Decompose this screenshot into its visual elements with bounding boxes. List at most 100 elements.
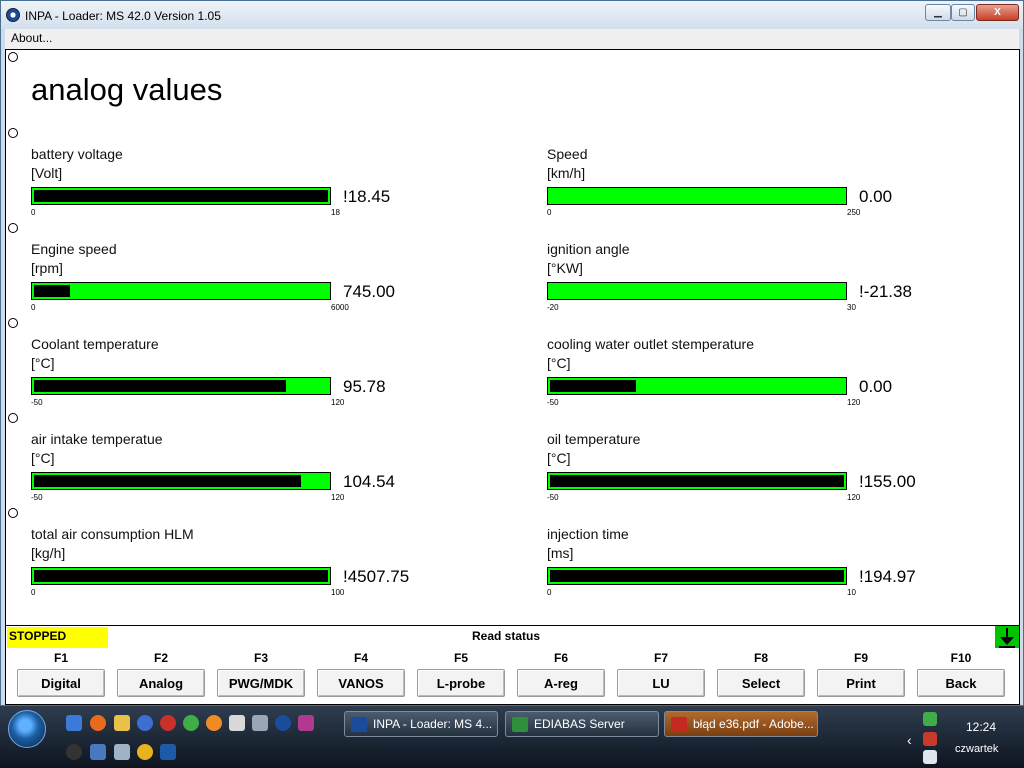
gauge-value: 745.00 [343, 282, 395, 301]
gauge-min: 0 [31, 303, 36, 312]
gauge-max: 100 [331, 588, 345, 597]
gauge-fill [550, 475, 844, 487]
gauge: total air consumption HLM [kg/h] 0 100 !4507… [31, 526, 451, 597]
gauge-unit: [°C] [547, 355, 571, 371]
gauge-unit: [°C] [31, 450, 55, 466]
gauge-fill [550, 380, 636, 392]
gauge-label: cooling water outlet stemperature [547, 336, 754, 352]
gauge-unit: [kg/h] [31, 545, 66, 561]
fkey-button-f10[interactable]: Back [917, 669, 1005, 697]
menu-item-about[interactable]: About... [11, 31, 52, 45]
fkey-button-f6[interactable]: A-reg [517, 669, 605, 697]
gauge-bar [31, 567, 331, 585]
task-label: błąd e36.pdf - Adobe... [693, 717, 814, 731]
fkey-button-f3[interactable]: PWG/MDK [217, 669, 305, 697]
gauge-max: 120 [847, 398, 861, 407]
status-badge: STOPPED [7, 627, 108, 648]
tray-app-icon[interactable] [923, 712, 937, 726]
start-button[interactable] [8, 710, 46, 748]
gauge-max: 120 [331, 493, 345, 502]
fkey-button-f8[interactable]: Select [717, 669, 805, 697]
function-key-label: F8 [753, 651, 768, 665]
gauge: oil temperature [°C] -50 120 !155.00 [547, 431, 967, 502]
function-key-label: F6 [553, 651, 568, 665]
gauge-value: !-21.38 [859, 282, 912, 301]
bmw-logo-icon [6, 8, 20, 22]
gauge-value: 0.00 [859, 187, 893, 206]
title-bar[interactable]: INPA - Loader: MS 42.0 Version 1.05 ▁ ▢ … [1, 1, 1023, 29]
fkey-button-f9[interactable]: Print [817, 669, 905, 697]
window-title: INPA - Loader: MS 42.0 Version 1.05 [25, 9, 221, 23]
gauge-min: -20 [547, 303, 559, 312]
opera-icon[interactable] [160, 715, 176, 731]
bmw-icon [351, 717, 367, 732]
window-switch-icon[interactable] [252, 715, 268, 731]
function-key-label: F9 [853, 651, 868, 665]
gauge: Speed [km/h] 0 250 0.00 [547, 146, 967, 217]
radio-marker [8, 52, 18, 62]
gauge-label: oil temperature [547, 431, 641, 447]
app-icon[interactable] [206, 715, 222, 731]
radio-marker [8, 318, 18, 328]
fkey-button-f7[interactable]: LU [617, 669, 705, 697]
radio-marker [8, 128, 18, 138]
gauge-unit: [°C] [31, 355, 55, 371]
chrome-icon[interactable] [137, 744, 153, 760]
maximize-button[interactable]: ▢ [951, 4, 975, 21]
gauge-max: 18 [331, 208, 340, 217]
app-window: INPA - Loader: MS 42.0 Version 1.05 ▁ ▢ … [0, 0, 1024, 706]
volume-icon[interactable] [923, 750, 937, 764]
document-app-icon[interactable] [114, 744, 130, 760]
page-title: analog values [31, 72, 223, 107]
tray-expand-icon[interactable]: ‹ [907, 732, 912, 748]
fkey-button-f2[interactable]: Analog [117, 669, 205, 697]
gauge-label: air intake temperatue [31, 431, 163, 447]
show-desktop-icon[interactable] [66, 715, 82, 731]
radio-marker [8, 508, 18, 518]
gauge-fill [550, 570, 844, 582]
grid-app-icon[interactable] [229, 715, 245, 731]
function-key-label: F10 [950, 651, 972, 665]
gauge: injection time [ms] 0 10 !194.97 [547, 526, 967, 597]
bmw-icon[interactable] [275, 715, 291, 731]
taskbar: INPA - Loader: MS 4... EDIABAS Server błąd… [0, 706, 1024, 768]
arrow-down-icon[interactable] [995, 626, 1019, 648]
radio-marker [8, 223, 18, 233]
eye-app-icon[interactable] [66, 744, 82, 760]
app-icon[interactable] [298, 715, 314, 731]
task-label: EDIABAS Server [534, 717, 625, 731]
gauge-min: 0 [547, 588, 552, 597]
close-button[interactable]: X [976, 4, 1019, 21]
firefox-icon[interactable] [90, 715, 106, 731]
taskbar-task[interactable]: błąd e36.pdf - Adobe... [664, 711, 818, 737]
minimize-button[interactable]: ▁ [925, 4, 951, 21]
fkey-button-f5[interactable]: L-probe [417, 669, 505, 697]
gauge-bar [547, 282, 847, 300]
network-app-icon[interactable] [90, 744, 106, 760]
gauge-fill [34, 190, 328, 202]
fkey-button-f1[interactable]: Digital [17, 669, 105, 697]
taskbar-task[interactable]: INPA - Loader: MS 4... [344, 711, 498, 737]
gauge-label: ignition angle [547, 241, 630, 257]
network-icon[interactable] [923, 732, 937, 746]
taskbar-task[interactable]: EDIABAS Server [505, 711, 659, 737]
gauge-fill [34, 475, 301, 487]
gauge-max: 120 [847, 493, 861, 502]
clock[interactable]: 12:24 [966, 720, 996, 734]
task-label: INPA - Loader: MS 4... [373, 717, 493, 731]
status-text: Read status [472, 629, 541, 643]
text-app-icon[interactable] [160, 744, 176, 760]
gauge-unit: [ms] [547, 545, 574, 561]
media-player-icon[interactable] [137, 715, 153, 731]
gauge: Coolant temperature [°C] -50 120 95.78 [31, 336, 451, 407]
gauge-bar [31, 377, 331, 395]
gauge-max: 6000 [331, 303, 349, 312]
gauge-label: Coolant temperature [31, 336, 159, 352]
gauge: cooling water outlet stemperature [°C] -50… [547, 336, 967, 407]
gauge-max: 30 [847, 303, 856, 312]
pdf-icon [671, 717, 687, 732]
info-icon[interactable] [183, 715, 199, 731]
fkey-button-f4[interactable]: VANOS [317, 669, 405, 697]
folder-icon[interactable] [114, 715, 130, 731]
gauge-fill [34, 285, 70, 297]
